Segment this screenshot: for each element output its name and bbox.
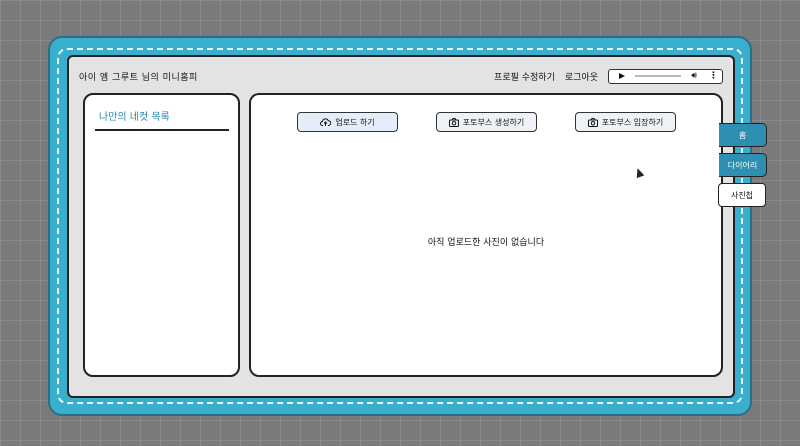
tab-diary[interactable]: 다이어리	[719, 153, 767, 177]
empty-state-message: 아직 업로드한 사진이 없습니다	[427, 238, 545, 248]
tab-home[interactable]: 홈	[719, 123, 767, 147]
volume-icon[interactable]: 🔊︎	[691, 71, 697, 81]
play-icon[interactable]	[619, 73, 625, 79]
upload-button[interactable]: 업로드 하기	[297, 112, 398, 132]
sidebar: 나만의 네컷 목록	[83, 93, 240, 377]
camera-icon	[448, 117, 459, 127]
minihompy-frame: 아이 엠 그루트 님의 미니홈피 프로필 수정하기 로그아웃 🔊︎ ⋮ 나만의 …	[48, 36, 752, 416]
create-booth-button[interactable]: 포토부스 생성하기	[436, 112, 537, 132]
main-content: 업로드 하기 포토부스 생성하기 포토부스 입장하기 아직 업로드한 사진이 없…	[249, 93, 723, 377]
page-title: 아이 엠 그루트 님의 미니홈피	[79, 72, 198, 83]
header: 아이 엠 그루트 님의 미니홈피 프로필 수정하기 로그아웃 🔊︎ ⋮	[69, 57, 733, 95]
cloud-upload-icon	[320, 117, 332, 126]
logout-link[interactable]: 로그아웃	[565, 70, 598, 83]
sidebar-title: 나만의 네컷 목록	[95, 108, 229, 131]
enter-booth-label: 포토부스 입장하기	[601, 117, 664, 127]
player-progress[interactable]	[635, 75, 682, 77]
more-vertical-icon[interactable]: ⋮	[709, 71, 718, 81]
music-player: 🔊︎ ⋮	[608, 68, 723, 84]
inner-panel: 아이 엠 그루트 님의 미니홈피 프로필 수정하기 로그아웃 🔊︎ ⋮ 나만의 …	[67, 55, 735, 398]
enter-booth-button[interactable]: 포토부스 입장하기	[575, 112, 676, 132]
camera-icon	[587, 117, 598, 127]
upload-button-label: 업로드 하기	[335, 117, 375, 127]
tab-photo-album[interactable]: 사진첩	[718, 183, 766, 207]
create-booth-label: 포토부스 생성하기	[462, 117, 525, 127]
edit-profile-link[interactable]: 프로필 수정하기	[494, 70, 555, 83]
